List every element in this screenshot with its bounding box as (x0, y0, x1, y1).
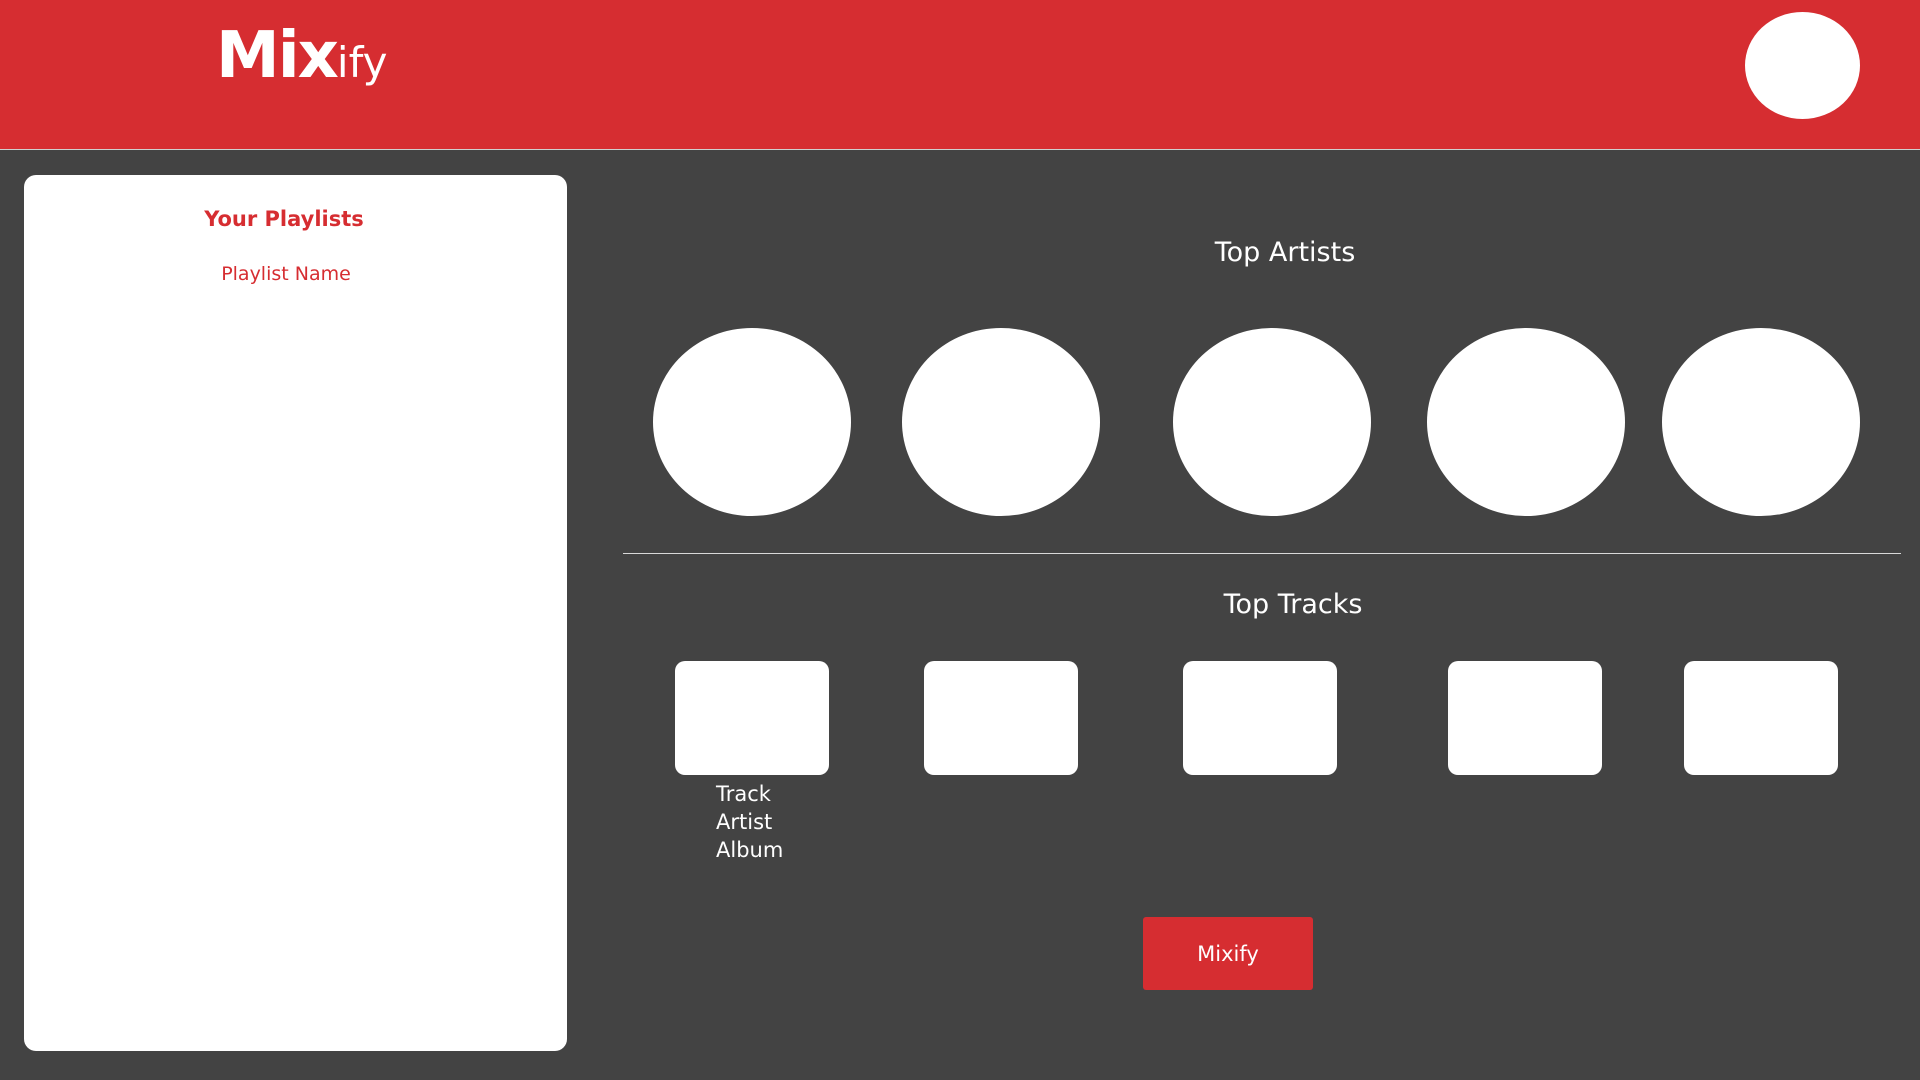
playlists-title: Your Playlists (204, 207, 364, 231)
artist-image-5[interactable] (1662, 328, 1860, 516)
artist-image-2[interactable] (902, 328, 1100, 516)
track-card-5[interactable] (1684, 661, 1838, 775)
track-card-3[interactable] (1183, 661, 1337, 775)
artist-image-1[interactable] (653, 328, 851, 516)
artist-image-3[interactable] (1173, 328, 1371, 516)
playlist-item[interactable]: Playlist Name (24, 263, 548, 285)
track-card-4[interactable] (1448, 661, 1602, 775)
playlists-sidebar: Your Playlists Playlist Name (24, 175, 567, 1051)
user-avatar-icon[interactable] (1745, 12, 1860, 119)
track-card-2[interactable] (924, 661, 1078, 775)
top-artists-title: Top Artists (1214, 237, 1356, 268)
track-meta: Track Artist Album (716, 780, 783, 864)
track-card-1[interactable] (675, 661, 829, 775)
section-divider (623, 553, 1901, 554)
logo-bold-text: Mix (216, 19, 339, 93)
track-artist: Artist (716, 810, 773, 834)
artist-image-4[interactable] (1427, 328, 1625, 516)
mixify-button[interactable]: Mixify (1143, 917, 1313, 990)
app-logo[interactable]: Mixify (216, 24, 387, 88)
logo-light-text: ify (336, 38, 388, 87)
app-header: Mixify (0, 0, 1920, 150)
track-album: Album (716, 838, 784, 862)
top-tracks-title: Top Tracks (1223, 589, 1363, 620)
track-name: Track (716, 782, 771, 806)
